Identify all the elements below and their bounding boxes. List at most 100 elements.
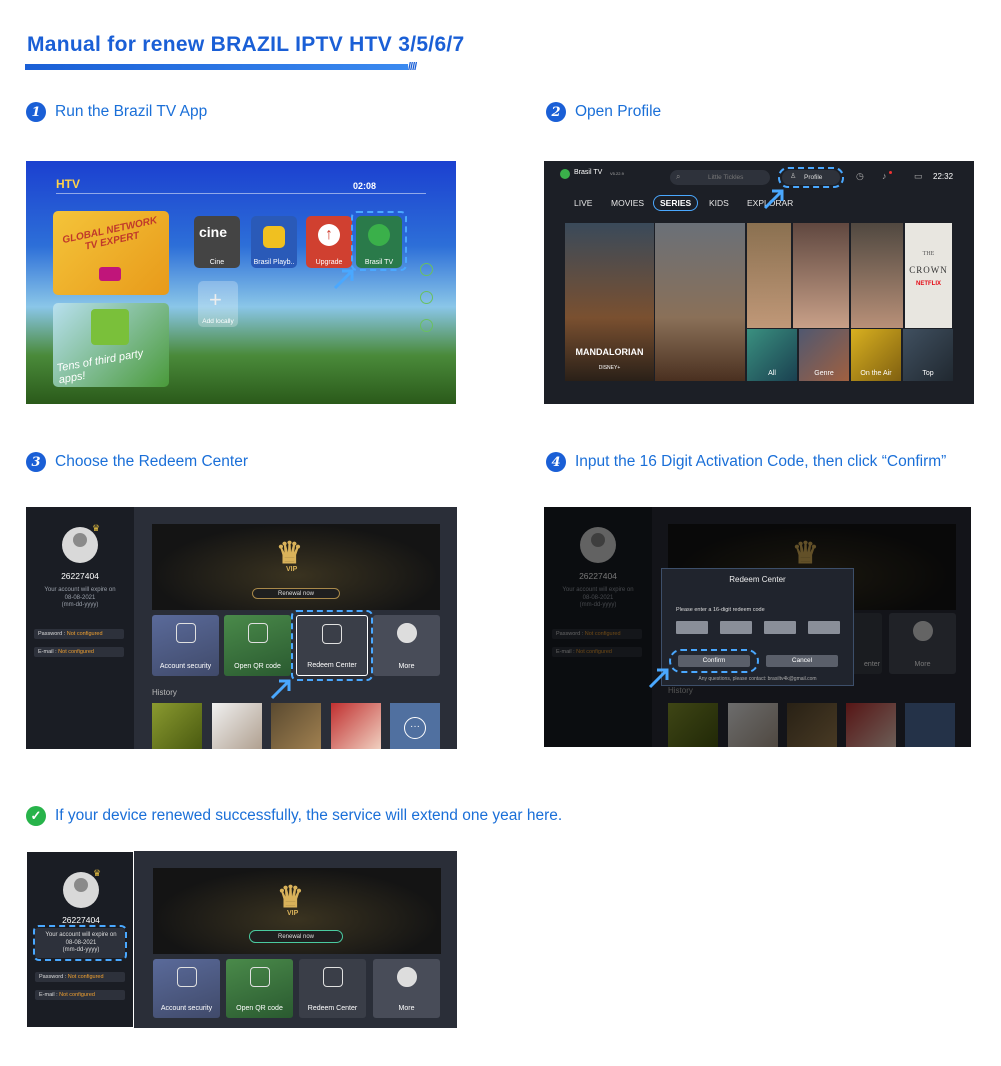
history-thumb[interactable] [271,703,321,749]
user-id: 26227404 [61,571,99,581]
poster-title: CROWN [909,265,948,275]
highlight-box [33,925,127,961]
code-input-1[interactable] [676,621,708,634]
password-label: Password : [39,974,67,980]
poster-show[interactable] [655,223,745,381]
poster-crown[interactable]: THE CROWN NETFLIX [905,223,952,328]
promo-tile-apps[interactable]: Tens of third party apps! [53,303,169,387]
password-row[interactable]: Password : Not configured [35,972,125,982]
poster-portrait-3[interactable] [851,223,903,328]
qr-code-card[interactable]: Open QR code [224,615,291,676]
redeem-center-card[interactable]: Redeem Center [299,959,366,1018]
add-locally-tile[interactable]: + Add locally [198,281,238,327]
poster-mandalorian[interactable]: MANDALORIAN DISNEY+ [565,223,654,381]
cancel-button[interactable]: Cancel [766,655,838,667]
expire-line: Your account will expire on [44,587,116,593]
promo-tile-network[interactable]: GLOBAL NETWORK TV EXPERT [53,211,169,295]
app-upgrade[interactable]: ↑ Upgrade [306,216,352,268]
tab-kids[interactable]: KIDS [709,198,729,208]
renewal-button[interactable]: Renewal now [252,588,340,599]
success-label: If your device renewed successfully, the… [55,807,563,824]
category-label: All [768,370,776,377]
code-input-2[interactable] [720,621,752,634]
search-input[interactable]: ⌕ Little Tickles [670,170,770,185]
plus-icon: + [209,287,222,312]
password-value: Not configured [67,974,104,980]
renewal-button[interactable]: Renewal now [249,930,343,943]
category-genre[interactable]: Genre [799,329,849,381]
divider [56,193,426,194]
profile-screenshot: Brasil TV V5.22.9 ⌕ Little Tickles ♙ Pro… [544,161,974,404]
highlight-box [351,211,407,271]
vip-label: VIP [286,566,298,573]
account-sidebar: ♛ 26227404 Your account will expire on 0… [26,507,134,749]
app-label: Brasil Playb.. [253,259,295,266]
promo-text: GLOBAL NETWORK TV EXPERT [61,215,159,253]
account-sidebar: ♛ 26227404 Your account will expire on 0… [26,851,134,1028]
account-security-card[interactable]: Account security [152,615,219,676]
dialog-prompt: Please enter a 16-digit redeem code [676,607,765,613]
step-number-badge: 1 [26,102,46,122]
tab-movies[interactable]: MOVIES [611,198,644,208]
bell-icon[interactable]: ♪ [882,171,887,181]
step-label: Run the Brazil TV App [55,103,208,120]
pointer-arrow-icon [333,269,354,290]
more-card[interactable]: More [373,615,440,676]
code-input-4[interactable] [808,621,840,634]
remove-icon[interactable] [420,319,433,332]
card-label: Account security [160,1005,213,1012]
account-security-card[interactable]: Account security [153,959,220,1018]
email-row[interactable]: E-mail : Not configured [34,647,124,657]
app-label: Cine [209,259,225,266]
poster-portrait-1[interactable] [747,223,791,328]
code-input-3[interactable] [764,621,796,634]
history-icon[interactable]: ◷ [856,171,864,182]
category-on-the-air[interactable]: On the Air [851,329,901,381]
qr-code-card[interactable]: Open QR code [226,959,293,1018]
settings-icon[interactable] [420,291,433,304]
crown-icon: ♛ [92,523,101,533]
disney-logo: DISNEY+ [598,365,621,371]
more-icon [396,623,417,644]
history-thumb[interactable] [212,703,262,749]
app-brasil-play[interactable]: Brasil Playb.. [251,216,297,268]
brasil-tv-icon [560,169,570,179]
title-underline [25,64,408,70]
history-thumb[interactable] [331,703,381,749]
clock: 02:08 [353,181,377,191]
password-value: Not configured [66,631,103,637]
category-label: Genre [814,370,834,377]
history-more-thumb[interactable]: ··· [390,703,440,749]
category-all[interactable]: All [747,329,797,381]
shield-icon [175,623,196,644]
account-screenshot-renewed: ♛ 26227404 Your account will expire on 0… [26,851,457,1028]
app-version: V5.22.9 [610,171,624,176]
upgrade-icon: ↑ [318,224,340,246]
cine-logo: cine [199,224,228,240]
expire-format: (mm-dd-yyyy) [61,602,99,608]
step-number-badge: 2 [546,102,566,122]
check-icon: ✓ [26,806,46,826]
more-card[interactable]: More [373,959,440,1018]
notification-dot [889,171,892,174]
poster-portrait-2[interactable] [793,223,849,328]
page-title: Manual for renew BRAZIL IPTV HTV 3/5/6/7 [27,33,465,56]
poster-title: MANDALORIAN [575,347,644,357]
email-row[interactable]: E-mail : Not configured [35,990,125,1000]
category-top[interactable]: Top [903,329,953,381]
qr-code-icon [249,966,270,987]
card-label: More [398,663,415,670]
pointer-arrow-icon [648,668,669,689]
history-thumb[interactable] [152,703,202,749]
password-row[interactable]: Password : Not configured [34,629,124,639]
step-2: 2 Open Profile [546,102,661,122]
vip-label: VIP [287,910,299,917]
app-name: Brasil TV [574,169,603,176]
tab-live[interactable]: LIVE [574,198,592,208]
screen-icon[interactable]: ▭ [914,171,923,182]
dialog-title: Redeem Center [729,575,786,584]
step-3: 3 Choose the Redeem Center [26,452,248,472]
app-cine[interactable]: cine Cine [194,216,240,268]
tab-series[interactable]: SERIES [653,195,699,211]
side-menu-icon[interactable] [420,263,433,276]
